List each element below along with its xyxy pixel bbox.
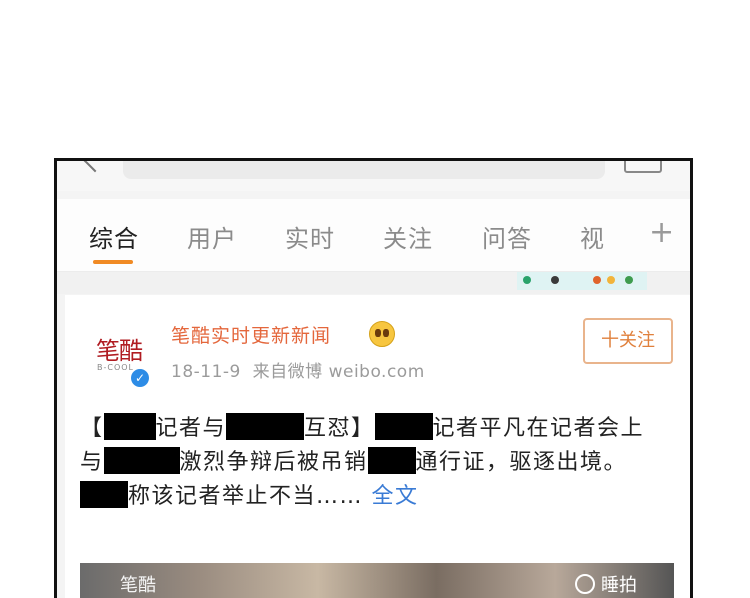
post-media-thumbnail[interactable]: 笔酷 睡拍 (80, 563, 674, 598)
text-part: 【 (80, 416, 104, 441)
redaction-block (374, 413, 433, 440)
full-text-link[interactable]: 全文 (372, 484, 419, 509)
add-tab-plus-icon[interactable]: + (649, 215, 674, 250)
back-chevron-icon[interactable] (83, 161, 107, 173)
weibo-post-card[interactable]: 笔酷 B-COOL ✓ 笔酷实时更新新闻 18-11-9 来自微博 weibo.… (65, 295, 690, 598)
app-window: 综合 用户 实时 关注 问答 视 + 笔酷 B-COOL ✓ 笔酷实时更新新闻 … (54, 158, 693, 598)
active-tab-indicator (93, 260, 133, 264)
tab-bar: 综合 用户 实时 关注 问答 视 + (57, 199, 690, 272)
media-badge: 睡拍 (575, 571, 637, 597)
redaction-block (367, 447, 416, 474)
text-part: 激烈争辩后被吊销 (179, 450, 368, 475)
post-text: 【记者与 互怼】 记者平凡在记者会上与 激烈争辩后被吊销 通行证，驱逐出境。称该记者举止… (80, 412, 660, 514)
redaction-block (103, 447, 180, 474)
avatar-logo-subtext: B-COOL (97, 363, 135, 372)
follow-button[interactable]: 十关注 (583, 318, 673, 364)
text-part: 称该记者举止不当…… (128, 484, 364, 509)
username[interactable]: 笔酷实时更新新闻 (171, 321, 331, 348)
tab-following[interactable]: 关注 (383, 219, 433, 254)
banner-strip (57, 272, 690, 294)
emoji-icon (369, 321, 395, 347)
text-part: 记者与 (155, 416, 227, 441)
avatar[interactable]: 笔酷 B-COOL ✓ (89, 325, 159, 389)
tab-comprehensive[interactable]: 综合 (89, 219, 139, 254)
post-source: 来自微博 weibo.com (252, 362, 425, 382)
top-bar (57, 161, 690, 191)
decorative-banner-image (517, 272, 647, 290)
avatar-logo-text: 笔酷 (96, 337, 143, 365)
tab-realtime[interactable]: 实时 (285, 219, 335, 254)
tab-video[interactable]: 视 (580, 219, 605, 254)
media-watermark: 笔酷 (120, 575, 156, 596)
post-date: 18-11-9 (171, 362, 241, 382)
tab-users[interactable]: 用户 (187, 219, 237, 254)
search-input[interactable] (123, 161, 605, 179)
redaction-block (80, 481, 128, 508)
more-icon[interactable] (624, 161, 662, 173)
camera-icon (575, 574, 595, 594)
text-part: 互怼】 (304, 416, 375, 441)
tab-qa[interactable]: 问答 (482, 219, 532, 254)
redaction-block (226, 413, 305, 440)
verified-badge-icon: ✓ (129, 367, 151, 389)
redaction-block (103, 413, 156, 440)
post-meta: 18-11-9 来自微博 weibo.com (171, 357, 425, 382)
text-part: 通行证，驱逐出境。 (415, 450, 628, 475)
